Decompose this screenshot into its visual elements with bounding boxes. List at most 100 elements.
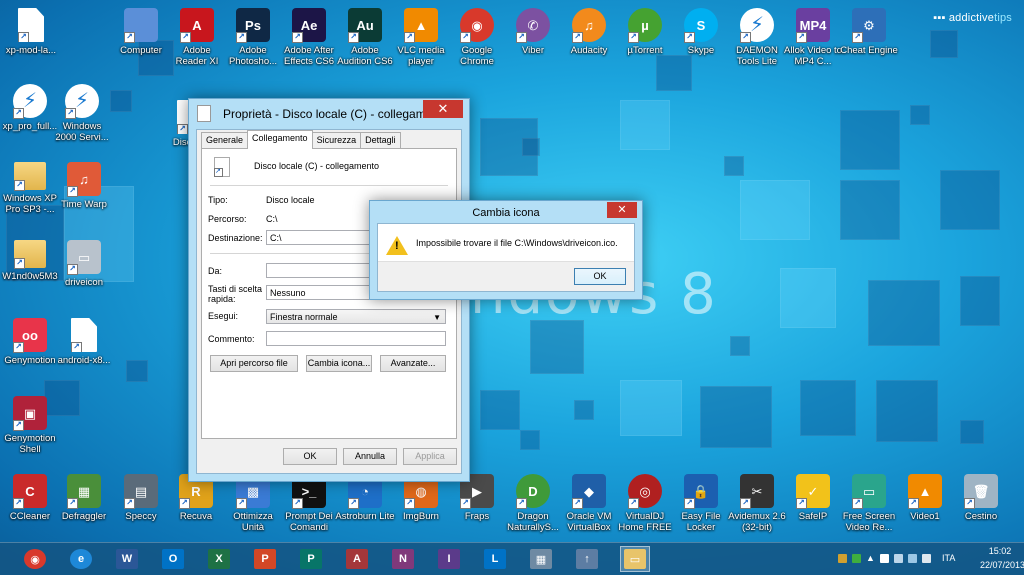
taskbar-ie-button[interactable]: e [66, 546, 96, 572]
tray-app-icon[interactable] [838, 554, 847, 563]
cambia-icona-button[interactable]: Cambia icona... [306, 355, 372, 372]
genymotion-shell-icon: ▣ ↗ [13, 396, 47, 431]
taskbar-chrome-button[interactable]: ◉ [20, 546, 50, 572]
avanzate-button[interactable]: Avanzate... [380, 355, 446, 372]
properties-title: Proprietà - Disco locale (C) - collegame… [223, 107, 450, 121]
taskbar-outlook-button[interactable]: O [158, 546, 188, 572]
desktop-icon-audacity[interactable]: ♫ ↗ Audacity [559, 8, 619, 56]
volume-icon[interactable] [922, 554, 931, 563]
desktop-icon-win2000[interactable]: ⚡ ↗ Windows 2000 Servi... [52, 84, 112, 143]
desktop-icon-label: Adobe Reader XI [175, 45, 219, 67]
tray-app-icon[interactable] [852, 554, 861, 563]
desktop-icon-easy-file-locker[interactable]: 🔒 ↗ Easy File Locker [671, 474, 731, 533]
desktop-icon-genymotion[interactable]: oo ↗ Genymotion [0, 318, 60, 366]
desktop-icon-allok[interactable]: MP4 ↗ Allok Video to MP4 C... [783, 8, 843, 67]
taskbar-network-button[interactable]: ▦ [526, 546, 556, 572]
desktop-icon-audition[interactable]: Au ↗ Adobe Audition CS6 [335, 8, 395, 67]
desktop-icon-dragon[interactable]: D ↗ Dragon NaturallyS... [503, 474, 563, 533]
desktop-icon-viber[interactable]: ✆ ↗ Viber [503, 8, 563, 56]
taskbar-explorer-button[interactable]: ▭ [620, 546, 650, 572]
action-center-icon[interactable] [880, 554, 889, 563]
clock-time: 15:02 [988, 546, 1012, 556]
desktop-icon-daemon-tools[interactable]: ⚡ ↗ DAEMON Tools Lite [727, 8, 787, 67]
commento-input[interactable] [266, 331, 446, 346]
taskbar-publisher-button[interactable]: P [296, 546, 326, 572]
desktop-icon-cheat-engine[interactable]: ⚙ ↗ Cheat Engine [839, 8, 899, 56]
shortcut-arrow-icon: ↗ [684, 32, 695, 43]
network-icon[interactable] [894, 554, 903, 563]
desktop-icon-w1nd0w5m3[interactable]: ↗ W1nd0w5M3 [0, 240, 60, 282]
chrome-icon: ◉ ↗ [460, 8, 494, 43]
tab-dettagli[interactable]: Dettagli [360, 132, 401, 148]
desktop-icon-chrome[interactable]: ◉ ↗ Google Chrome [447, 8, 507, 67]
desktop-icon-free-screen[interactable]: ▭ ↗ Free Screen Video Re... [839, 474, 899, 533]
desktop-icon-speccy[interactable]: ▤ ↗ Speccy [111, 474, 171, 522]
file-explorer-icon: ▭ [624, 549, 646, 569]
document-icon: ↗ [71, 318, 97, 352]
properties-titlebar[interactable]: Proprietà - Disco locale (C) - collegame… [189, 99, 469, 127]
shortcut-arrow-icon: ↗ [13, 108, 24, 119]
desktop-icon-ccleaner[interactable]: C ↗ CCleaner [0, 474, 60, 522]
desktop-icon-driveicon[interactable]: ▭ ↗ driveicon [54, 240, 114, 288]
desktop-icon-label: VLC media player [397, 45, 445, 67]
desktop-icon-photoshop[interactable]: Ps ↗ Adobe Photosho... [223, 8, 283, 67]
desktop-icon-utorrent[interactable]: µ ↗ µTorrent [615, 8, 675, 56]
virtualdj-icon: ◎ ↗ [628, 474, 662, 509]
shortcut-arrow-icon: ↗ [852, 32, 863, 43]
desktop-icon-avidemux[interactable]: ✂ ↗ Avidemux 2.6 (32-bit) [727, 474, 787, 533]
esegui-select[interactable]: Finestra normale ▼ [266, 309, 446, 324]
taskbar-powerpoint-button[interactable]: P [250, 546, 280, 572]
desktop-icon-label: xp_pro_full... [2, 121, 58, 132]
show-hidden-icons-icon[interactable]: ▲ [866, 553, 875, 563]
onenote-icon: N [392, 549, 414, 569]
system-tray: ▲ ITA 15:02 22/07/2013 [834, 543, 1024, 575]
tab-collegamento[interactable]: Collegamento [247, 130, 313, 149]
desktop-icon-winxp-sp3[interactable]: ↗ Windows XP Pro SP3 -... [0, 162, 60, 215]
shortcut-arrow-icon: ↗ [180, 32, 191, 43]
dialog-close-button[interactable]: ✕ [607, 202, 637, 218]
desktop-icon-ottimizza[interactable]: ▩ ↗ Ottimizza Unità [223, 474, 283, 533]
taskbar-access-button[interactable]: A [342, 546, 372, 572]
desktop-icon-android-x8[interactable]: ↗ android-x8... [54, 318, 114, 366]
taskbar-infopath-button[interactable]: I [434, 546, 464, 572]
desktop-icon-genymotion-shell[interactable]: ▣ ↗ Genymotion Shell [0, 396, 60, 455]
desktop-icon-xp-mod[interactable]: ↗ xp-mod-la... [1, 8, 61, 56]
desktop-icon-skype[interactable]: S ↗ Skype [671, 8, 731, 56]
desktop-icon-adobe-reader[interactable]: A ↗ Adobe Reader XI [167, 8, 227, 67]
clock[interactable]: 15:02 22/07/2013 [980, 546, 1024, 570]
taskbar-excel-button[interactable]: X [204, 546, 234, 572]
language-indicator[interactable]: ITA [942, 553, 955, 563]
dialog-ok-button[interactable]: OK [574, 268, 626, 285]
apri-percorso-file-button[interactable]: Apri percorso file [210, 355, 298, 372]
tab-sicurezza[interactable]: Sicurezza [311, 132, 362, 148]
taskbar-word-button[interactable]: W [112, 546, 142, 572]
shortcut-arrow-icon: ↗ [852, 498, 863, 509]
ok-button[interactable]: OK [283, 448, 337, 465]
desktop-icon-cestino[interactable]: 🗑 ↗ Cestino [951, 474, 1011, 522]
desktop-icon-virtualbox[interactable]: ◆ ↗ Oracle VM VirtualBox [559, 474, 619, 533]
word-icon: W [116, 549, 138, 569]
desktop-icon-label: Adobe After Effects CS6 [284, 45, 334, 67]
taskbar-lync-button[interactable]: L [480, 546, 510, 572]
desktop-icon-virtualdj[interactable]: ◎ ↗ VirtualDJ Home FREE [615, 474, 675, 533]
desktop-icon-prompt[interactable]: >_ ↗ Prompt Dei Comandi [279, 474, 339, 533]
tab-generale[interactable]: Generale [201, 132, 249, 148]
desktop-icon-safeip[interactable]: ✓ ↗ SafeIP [783, 474, 843, 522]
desktop-icon-computer[interactable]: ↗ Computer [111, 8, 171, 56]
taskbar-onenote-button[interactable]: N [388, 546, 418, 572]
taskbar-upload-button[interactable]: ↑ [572, 546, 602, 572]
desktop-icon-xp-pro-full[interactable]: ⚡ ↗ xp_pro_full... [0, 84, 60, 132]
desktop-icon-time-warp[interactable]: ♫ ↗ Time Warp [54, 162, 114, 210]
avidemux-icon: ✂ ↗ [740, 474, 774, 509]
screen-recorder-icon: ▭ ↗ [852, 474, 886, 509]
desktop-icon-label: Avidemux 2.6 (32-bit) [728, 511, 786, 533]
shortcut-arrow-icon: ↗ [628, 32, 639, 43]
annulla-button[interactable]: Annulla [343, 448, 397, 465]
desktop-icon-defraggler[interactable]: ▦ ↗ Defraggler [54, 474, 114, 522]
signal-icon[interactable] [908, 554, 917, 563]
desktop-icon-after-effects[interactable]: Ae ↗ Adobe After Effects CS6 [279, 8, 339, 67]
properties-close-button[interactable]: ✕ [423, 100, 463, 118]
excel-icon: X [208, 549, 230, 569]
desktop-icon-vlc[interactable]: ▲ ↗ VLC media player [391, 8, 451, 67]
desktop-icon-video1[interactable]: ▲ ↗ Video1 [895, 474, 955, 522]
